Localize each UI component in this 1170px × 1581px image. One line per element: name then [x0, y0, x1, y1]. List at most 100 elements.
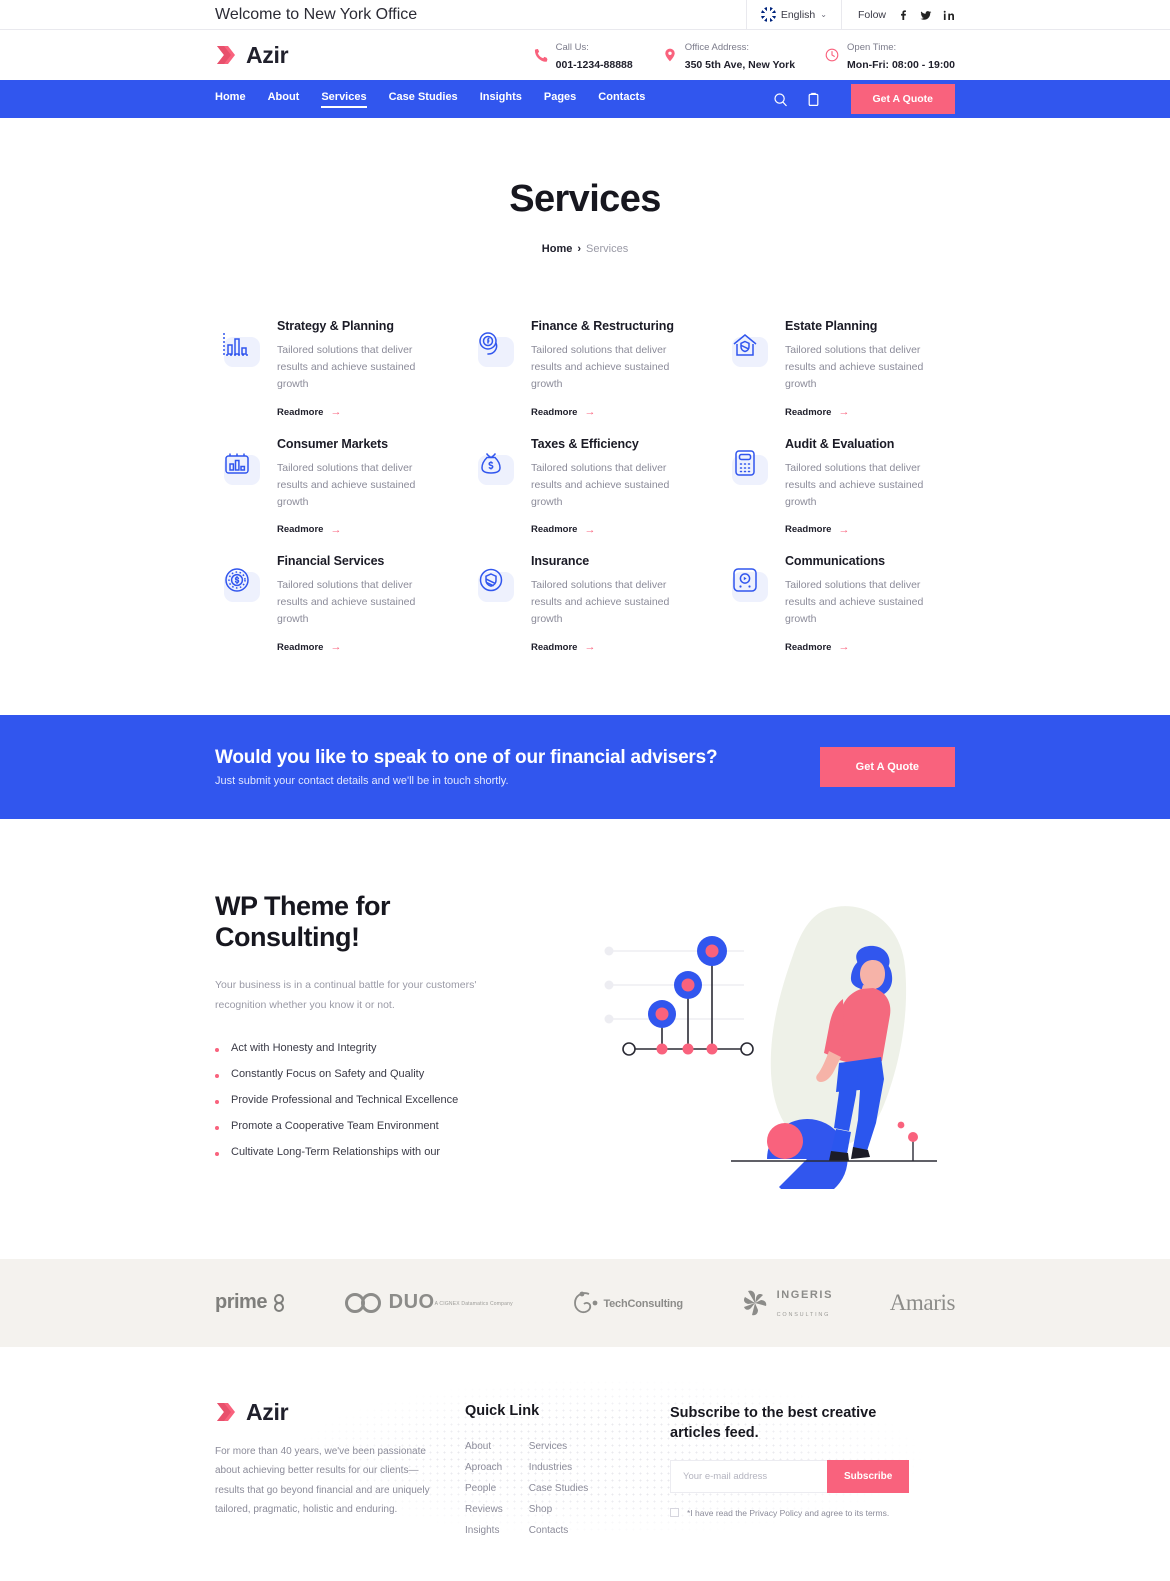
site-header: Azir Call Us: 001-1234-88888 Office Addr… [0, 30, 1170, 80]
nav-item-contacts[interactable]: Contacts [598, 91, 645, 108]
service-title: Insurance [531, 554, 590, 568]
broadcast-icon [723, 558, 771, 606]
arrow-right-icon: → [330, 523, 342, 536]
service-card[interactable]: Consumer Markets Tailored solutions that… [215, 437, 447, 538]
readmore-link[interactable]: Readmore → [277, 641, 341, 653]
list-item: Provide Professional and Technical Excel… [215, 1087, 515, 1113]
logo-ingeris-subtext: CONSULTING [776, 1311, 831, 1318]
arrow-right-icon: → [584, 641, 596, 653]
breadcrumb-current: Services [586, 243, 629, 255]
service-desc: Tailored solutions that deliver results … [785, 461, 924, 508]
readmore-label: Readmore [277, 524, 324, 535]
calculator-icon [723, 441, 771, 489]
footer-link[interactable]: People [465, 1478, 503, 1499]
service-card[interactable]: Taxes & Efficiency Tailored solutions th… [469, 437, 701, 538]
page-title: Services [509, 178, 661, 220]
service-title: Taxes & Efficiency [531, 436, 639, 451]
service-title: Strategy & Planning [277, 319, 394, 333]
service-card[interactable]: Financial Services Tailored solutions th… [215, 554, 447, 655]
nav-item-home[interactable]: Home [215, 91, 246, 108]
footer-link[interactable]: Insights [465, 1520, 503, 1541]
cta-get-a-quote-button[interactable]: Get A Quote [819, 746, 955, 787]
language-selector[interactable]: English ⌄ [745, 0, 842, 30]
footer-link[interactable]: Reviews [465, 1499, 503, 1520]
service-desc: Tailored solutions that deliver results … [277, 344, 416, 390]
readmore-label: Readmore [531, 524, 578, 535]
follow-label: Folow [857, 8, 886, 21]
dollar-coin-icon [215, 558, 263, 606]
wp-bullet-list: Act with Honesty and Integrity Constantl… [215, 1035, 515, 1165]
readmore-link[interactable]: Readmore → [531, 641, 595, 653]
nav-links: Home About Services Case Studies Insight… [215, 91, 645, 108]
footer-link[interactable]: Aproach [465, 1457, 503, 1478]
footer-link[interactable]: Industries [529, 1457, 588, 1478]
clipboard-icon[interactable] [806, 92, 821, 107]
footer-logo[interactable]: Azir [215, 1399, 465, 1426]
readmore-link[interactable]: Readmore → [785, 406, 849, 418]
service-title: Consumer Markets [277, 436, 388, 451]
logo-ingeris-text: INGERIS [776, 1288, 834, 1301]
service-card[interactable]: Finance & Restructuring Tailored solutio… [469, 319, 701, 420]
linkedin-icon[interactable] [943, 9, 955, 21]
cta-title: Would you like to speak to one of our fi… [215, 746, 718, 768]
subscribe-button[interactable]: Subscribe [827, 1460, 910, 1494]
cta-subtitle: Just submit your contact details and we'… [215, 774, 509, 787]
twitter-icon[interactable] [920, 9, 932, 21]
service-title: Communications [785, 554, 885, 568]
service-card[interactable]: Strategy & Planning Tailored solutions t… [215, 319, 447, 420]
nav-item-insights[interactable]: Insights [480, 91, 522, 108]
footer-subscribe-column: Subscribe to the best creative articles … [670, 1399, 955, 1541]
language-label: English [780, 8, 816, 21]
readmore-label: Readmore [785, 641, 832, 653]
list-item: Promote a Cooperative Team Environment [215, 1113, 515, 1139]
readmore-link[interactable]: Readmore → [277, 406, 341, 418]
readmore-link[interactable]: Readmore → [785, 524, 849, 536]
get-a-quote-button[interactable]: Get A Quote [850, 84, 955, 114]
list-item: Constantly Focus on Safety and Quality [215, 1061, 515, 1087]
logo[interactable]: Azir [215, 42, 289, 69]
nav-item-case-studies[interactable]: Case Studies [389, 91, 458, 108]
service-card[interactable]: Communications Tailored solutions that d… [723, 554, 955, 655]
cta-banner: Would you like to speak to one of our fi… [0, 714, 1170, 819]
footer-link[interactable]: Services [529, 1436, 588, 1457]
service-desc: Tailored solutions that deliver results … [531, 344, 670, 390]
header-info-hours: Open Time: Mon-Fri: 08:00 - 19:00 [825, 37, 955, 73]
footer-link[interactable]: Shop [529, 1499, 588, 1520]
privacy-consent-row[interactable]: *I have read the Privacy Policy and agre… [670, 1506, 892, 1520]
logo-ingeris: INGERIS CONSULTING [740, 1285, 833, 1321]
list-item: Cultivate Long-Term Relationships with o… [215, 1139, 515, 1165]
readmore-label: Readmore [531, 641, 578, 653]
facebook-icon[interactable] [897, 9, 909, 21]
readmore-link[interactable]: Readmore → [785, 641, 849, 653]
search-icon[interactable] [773, 92, 788, 107]
service-card[interactable]: Insurance Tailored solutions that delive… [469, 554, 701, 655]
arrow-right-icon: → [838, 523, 850, 536]
privacy-checkbox[interactable] [670, 1508, 679, 1518]
header-info-label: Open Time: [847, 42, 897, 53]
arrow-right-icon: → [838, 406, 850, 418]
azir-logo-icon [215, 44, 239, 66]
email-input[interactable] [670, 1460, 827, 1494]
readmore-link[interactable]: Readmore → [531, 524, 595, 536]
nav-item-about[interactable]: About [268, 91, 300, 108]
clock-icon [825, 48, 839, 62]
service-card[interactable]: Estate Planning Tailored solutions that … [723, 319, 955, 420]
readmore-link[interactable]: Readmore → [531, 406, 595, 418]
header-info-group: Call Us: 001-1234-88888 Office Address: … [534, 37, 955, 73]
logo-duo: DUO A CIGNEX Datamatics Company [344, 1291, 513, 1314]
nav-item-services[interactable]: Services [321, 91, 367, 108]
phone-icon [534, 48, 548, 62]
footer-link[interactable]: Contacts [529, 1520, 588, 1541]
footer-link[interactable]: Case Studies [529, 1478, 588, 1499]
nav-item-pages[interactable]: Pages [544, 91, 576, 108]
service-card[interactable]: Audit & Evaluation Tailored solutions th… [723, 437, 955, 538]
azir-logo-icon [215, 1401, 239, 1423]
breadcrumb-home[interactable]: Home [542, 243, 573, 255]
header-info-value: 350 5th Ave, New York [684, 59, 796, 71]
footer-about-text: For more than 40 years, we've been passi… [215, 1445, 430, 1516]
logo-duo-text: DUO [388, 1291, 435, 1313]
readmore-label: Readmore [785, 524, 832, 535]
readmore-label: Readmore [277, 406, 324, 418]
footer-link[interactable]: About [465, 1436, 503, 1457]
readmore-link[interactable]: Readmore → [277, 524, 341, 536]
